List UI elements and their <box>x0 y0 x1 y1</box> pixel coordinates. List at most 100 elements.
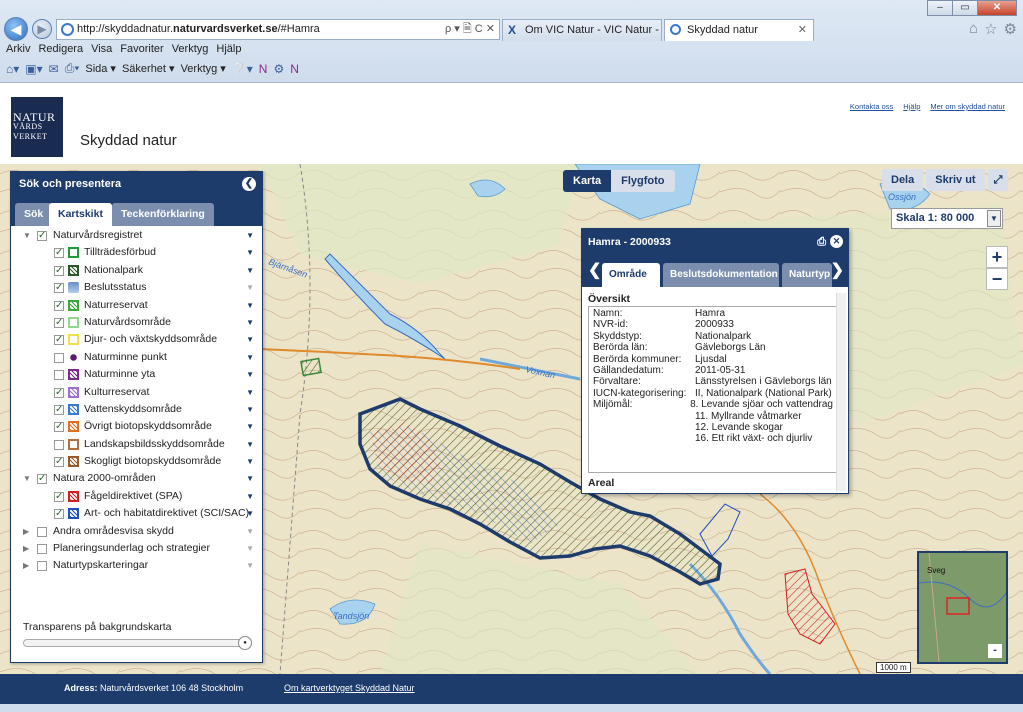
layer-menu-icon[interactable]: ▼ <box>246 279 254 296</box>
layer-row[interactable]: ✓ Djur- och växtskyddsområde ▼ <box>11 331 262 348</box>
link-kontakta-oss[interactable]: Kontakta oss <box>850 102 893 111</box>
layer-menu-icon[interactable]: ▼ <box>246 384 254 401</box>
mail-icon[interactable]: ✉ <box>49 62 59 76</box>
link-hjalp[interactable]: Hjälp <box>903 102 920 111</box>
close-icon[interactable]: ✕ <box>830 235 843 248</box>
home-icon[interactable]: ⌂▾ <box>6 62 19 76</box>
layer-checkbox[interactable]: ✓ <box>37 474 47 485</box>
slider-knob[interactable]: ● <box>238 636 252 650</box>
layer-row[interactable]: ✓ Art- och habitatdirektivet (SCI/SAC) ▼ <box>11 505 262 522</box>
tab-kartskikt[interactable]: Kartskikt <box>49 203 112 226</box>
layer-row[interactable]: ✓ Tillträdesförbud ▼ <box>11 244 262 261</box>
menu-hjalp[interactable]: Hjälp <box>216 43 241 55</box>
transparency-slider[interactable]: ● <box>23 636 252 650</box>
layer-checkbox[interactable]: ✓ <box>54 457 64 468</box>
help-icon[interactable]: ❔▾ <box>232 62 253 76</box>
layer-menu-icon[interactable]: ▼ <box>246 244 254 261</box>
tab-teckenforklaring[interactable]: Teckenförklaring <box>112 203 214 226</box>
fullscreen-icon[interactable]: ⤢ <box>987 169 1009 191</box>
chevron-right-icon[interactable]: ▶ <box>23 557 29 574</box>
gear-icon[interactable]: ⚙ <box>1004 20 1017 38</box>
layer-row[interactable]: ✓ Kulturreservat ▼ <box>11 384 262 401</box>
layer-checkbox[interactable]: ✓ <box>54 404 64 415</box>
layer-menu-icon[interactable]: ▼ <box>246 470 254 487</box>
chevron-down-icon[interactable]: ▼ <box>23 470 31 487</box>
tab-beslutsdokumentation[interactable]: Beslutsdokumentation <box>663 263 779 287</box>
layer-row[interactable]: Naturminne yta ▼ <box>11 366 262 383</box>
tab-omrade[interactable]: Område <box>602 263 660 287</box>
flygfoto-button[interactable]: Flygfoto <box>611 170 675 192</box>
chevron-right-icon[interactable]: ▶ <box>23 540 29 557</box>
close-window-button[interactable]: ✕ <box>977 0 1017 16</box>
overview-minimap[interactable]: Sveg - <box>917 551 1008 664</box>
chevron-left-icon[interactable]: ❮ <box>242 177 256 191</box>
tab-naturtyp[interactable]: Naturtyp <box>782 263 832 287</box>
layer-checkbox[interactable]: ✓ <box>54 248 64 259</box>
address-controls[interactable]: ρ ▾ 🗎 C ✕ <box>445 20 495 39</box>
layer-menu-icon[interactable]: ▼ <box>246 227 254 244</box>
chevron-down-icon[interactable]: ▼ <box>23 227 31 244</box>
settings-icon[interactable]: ⚙ <box>273 62 284 76</box>
layer-checkbox[interactable] <box>54 439 64 450</box>
layer-menu-icon[interactable]: ▼ <box>246 523 254 540</box>
tab-prev-icon[interactable]: ❮ <box>588 260 601 280</box>
popup-scrollbar[interactable] <box>836 293 846 491</box>
address-bar[interactable]: http://skyddadnatur.naturvardsverket.se/… <box>56 19 500 40</box>
layer-menu-icon[interactable]: ▼ <box>246 453 254 470</box>
link-mer-om[interactable]: Mer om skyddad natur <box>930 102 1005 111</box>
layer-menu-icon[interactable]: ▼ <box>246 505 254 522</box>
menu-visa[interactable]: Visa <box>91 43 112 55</box>
onenote-icon[interactable]: N <box>290 62 299 76</box>
layer-row[interactable]: ✓ Beslutsstatus ▼ <box>11 279 262 296</box>
home-icon[interactable]: ⌂ <box>969 20 978 38</box>
layer-row[interactable]: ✓ Vattenskyddsområde ▼ <box>11 401 262 418</box>
menu-redigera[interactable]: Redigera <box>38 43 83 55</box>
layer-checkbox[interactable]: ✓ <box>54 387 64 398</box>
feeds-icon[interactable]: ▣▾ <box>25 62 42 76</box>
scale-select[interactable]: Skala 1: 80 000 ▼ <box>891 208 1003 229</box>
browser-tab-vic[interactable]: X Om VIC Natur - VIC Natur - VI... <box>502 19 662 41</box>
layer-checkbox[interactable]: ✓ <box>54 491 64 502</box>
layer-checkbox[interactable] <box>37 544 47 555</box>
layer-checkbox[interactable]: ✓ <box>54 265 64 276</box>
layer-checkbox[interactable] <box>37 526 47 537</box>
command-sida[interactable]: Sida ▾ <box>85 62 116 75</box>
menu-verktyg[interactable]: Verktyg <box>172 43 209 55</box>
chevron-down-icon[interactable]: ▼ <box>987 210 1001 227</box>
zoom-out-button[interactable]: − <box>986 268 1008 290</box>
layer-row[interactable]: ✓ Naturvårdsområde ▼ <box>11 314 262 331</box>
layer-menu-icon[interactable]: ▼ <box>246 418 254 435</box>
print-icon[interactable]: ⎙▾ <box>65 61 80 76</box>
minimap-toggle-button[interactable]: - <box>988 644 1002 658</box>
layer-row[interactable]: Naturminne punkt ▼ <box>11 349 262 366</box>
close-tab-icon[interactable]: ✕ <box>798 20 807 40</box>
footer-link[interactable]: Om kartverktyget Skyddad Natur <box>284 683 415 693</box>
onenote-icon[interactable]: N <box>259 62 268 76</box>
layer-row[interactable]: ▼ ✓ Natura 2000-områden ▼ <box>11 470 262 487</box>
tab-sok[interactable]: Sök <box>15 203 53 226</box>
layer-checkbox[interactable]: ✓ <box>54 509 64 520</box>
layer-checkbox[interactable]: ✓ <box>54 335 64 346</box>
chevron-right-icon[interactable]: ▶ <box>23 523 29 540</box>
layer-checkbox[interactable]: ✓ <box>54 422 64 433</box>
layer-menu-icon[interactable]: ▼ <box>246 314 254 331</box>
menu-favoriter[interactable]: Favoriter <box>120 43 163 55</box>
forward-button[interactable]: ▶ <box>32 19 52 39</box>
layer-row[interactable]: ▶ Planeringsunderlag och strategier ▼ <box>11 540 262 557</box>
layer-checkbox[interactable]: ✓ <box>54 317 64 328</box>
layer-menu-icon[interactable]: ▼ <box>246 557 254 574</box>
layer-menu-icon[interactable]: ▼ <box>246 436 254 453</box>
layer-row[interactable]: ▼ ✓ Naturvårdsregistret ▼ <box>11 227 262 244</box>
layer-row[interactable]: ✓ Fågeldirektivet (SPA) ▼ <box>11 488 262 505</box>
karta-button[interactable]: Karta <box>563 170 612 192</box>
layer-row[interactable]: ▶ Andra områdesvisa skydd ▼ <box>11 523 262 540</box>
tab-next-icon[interactable]: ❯ <box>831 260 844 280</box>
command-sakerhet[interactable]: Säkerhet ▾ <box>122 62 175 75</box>
menu-arkiv[interactable]: Arkiv <box>6 43 30 55</box>
layer-menu-icon[interactable]: ▼ <box>246 488 254 505</box>
minimize-button[interactable]: – <box>927 0 953 16</box>
favorites-star-icon[interactable]: ☆ <box>984 20 997 38</box>
layer-checkbox[interactable] <box>54 370 64 381</box>
layer-row[interactable]: ✓ Naturreservat ▼ <box>11 297 262 314</box>
print-icon[interactable]: ⎙ <box>817 229 826 255</box>
